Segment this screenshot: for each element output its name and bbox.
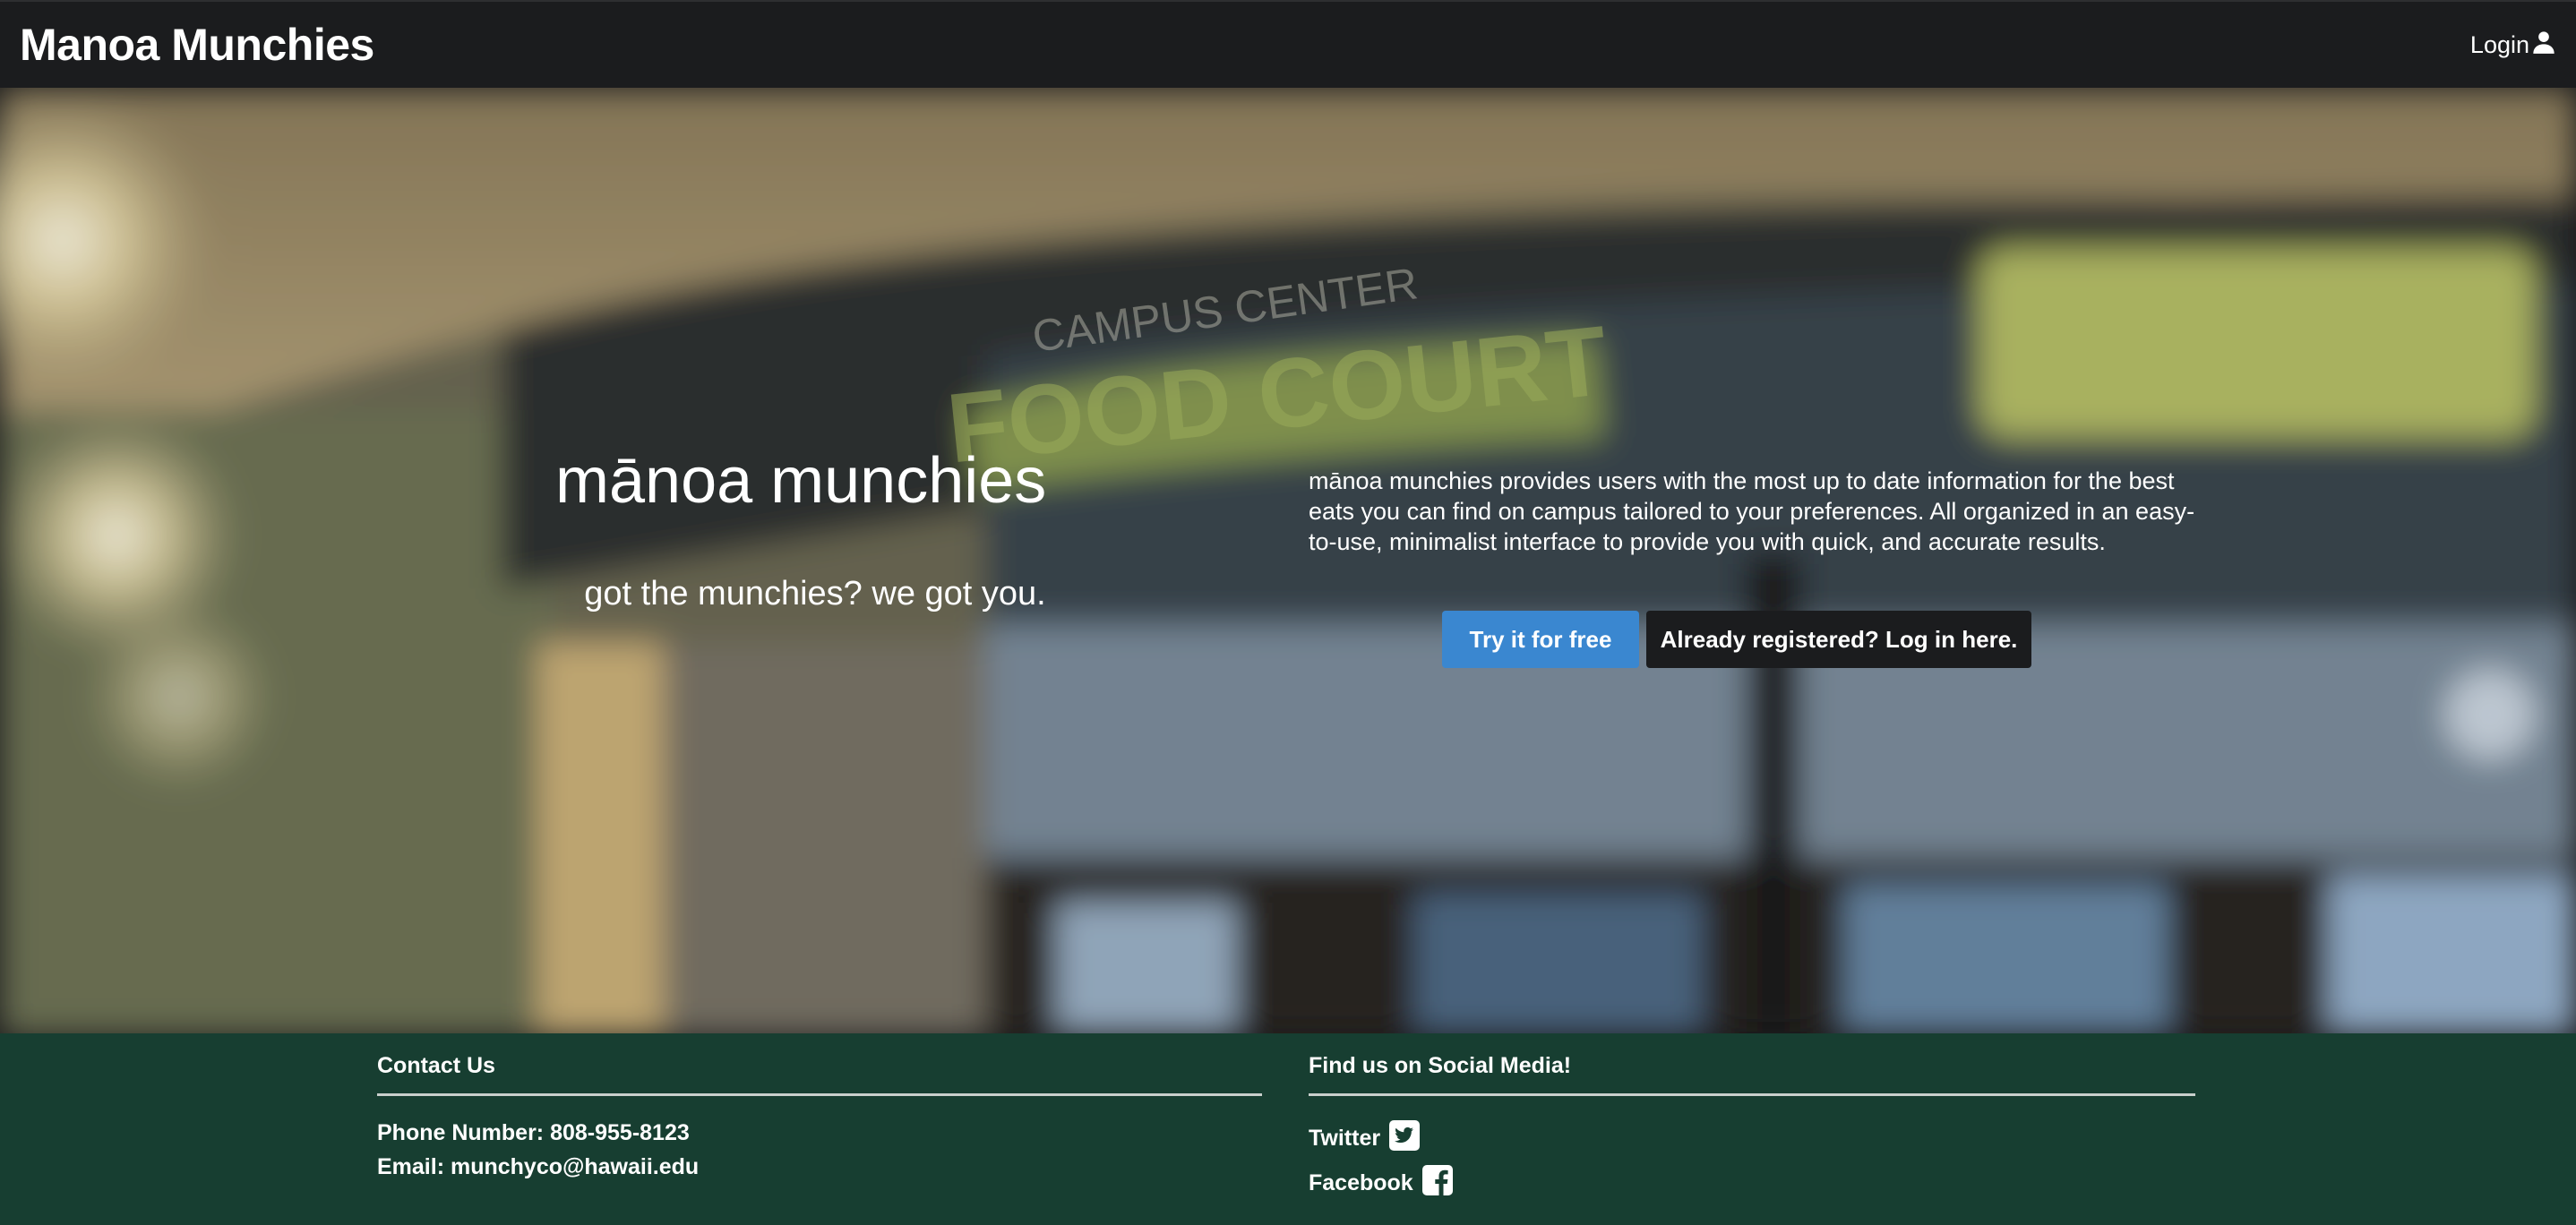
contact-heading: Contact Us [377,1053,495,1078]
hero-section: CAMPUS CENTER FOOD COURT mānoa munchies … [0,88,2576,1033]
login-here-button[interactable]: Already registered? Log in here. [1646,611,2031,668]
contact-divider [377,1093,1262,1096]
hero-description: mānoa munchies provides users with the m… [1309,467,2195,555]
hero-tagline: got the munchies? we got you. [584,575,1046,612]
social-divider [1309,1093,2195,1096]
twitter-label: Twitter [1309,1125,1381,1151]
login-label: Login [2469,30,2529,58]
twitter-link[interactable]: Twitter [1309,1116,2195,1161]
top-navbar: Manoa Munchies Login [0,0,2576,88]
facebook-icon [1421,1164,1453,1202]
email-address: Email: munchyco@hawaii.edu [377,1154,700,1179]
phone-number: Phone Number: 808-955-8123 [377,1120,690,1145]
twitter-icon [1389,1119,1421,1157]
login-dropdown[interactable]: Login [2470,30,2556,61]
try-free-button[interactable]: Try it for free [1442,611,1639,668]
brand-logo[interactable]: Manoa Munchies [20,19,374,71]
hero-title: mānoa munchies [555,445,1047,517]
footer: Contact Us Phone Number: 808-955-8123 Em… [0,1033,2576,1225]
facebook-label: Facebook [1309,1169,1413,1195]
social-heading: Find us on Social Media! [1309,1053,1572,1078]
hero-button-group: Try it for free Already registered? Log … [1442,611,2031,668]
social-section: Find us on Social Media! Twitter Faceboo… [1309,1053,2195,1205]
contact-section: Contact Us Phone Number: 808-955-8123 Em… [377,1053,1262,1184]
facebook-link[interactable]: Facebook [1309,1161,2195,1205]
user-icon [2531,30,2556,61]
